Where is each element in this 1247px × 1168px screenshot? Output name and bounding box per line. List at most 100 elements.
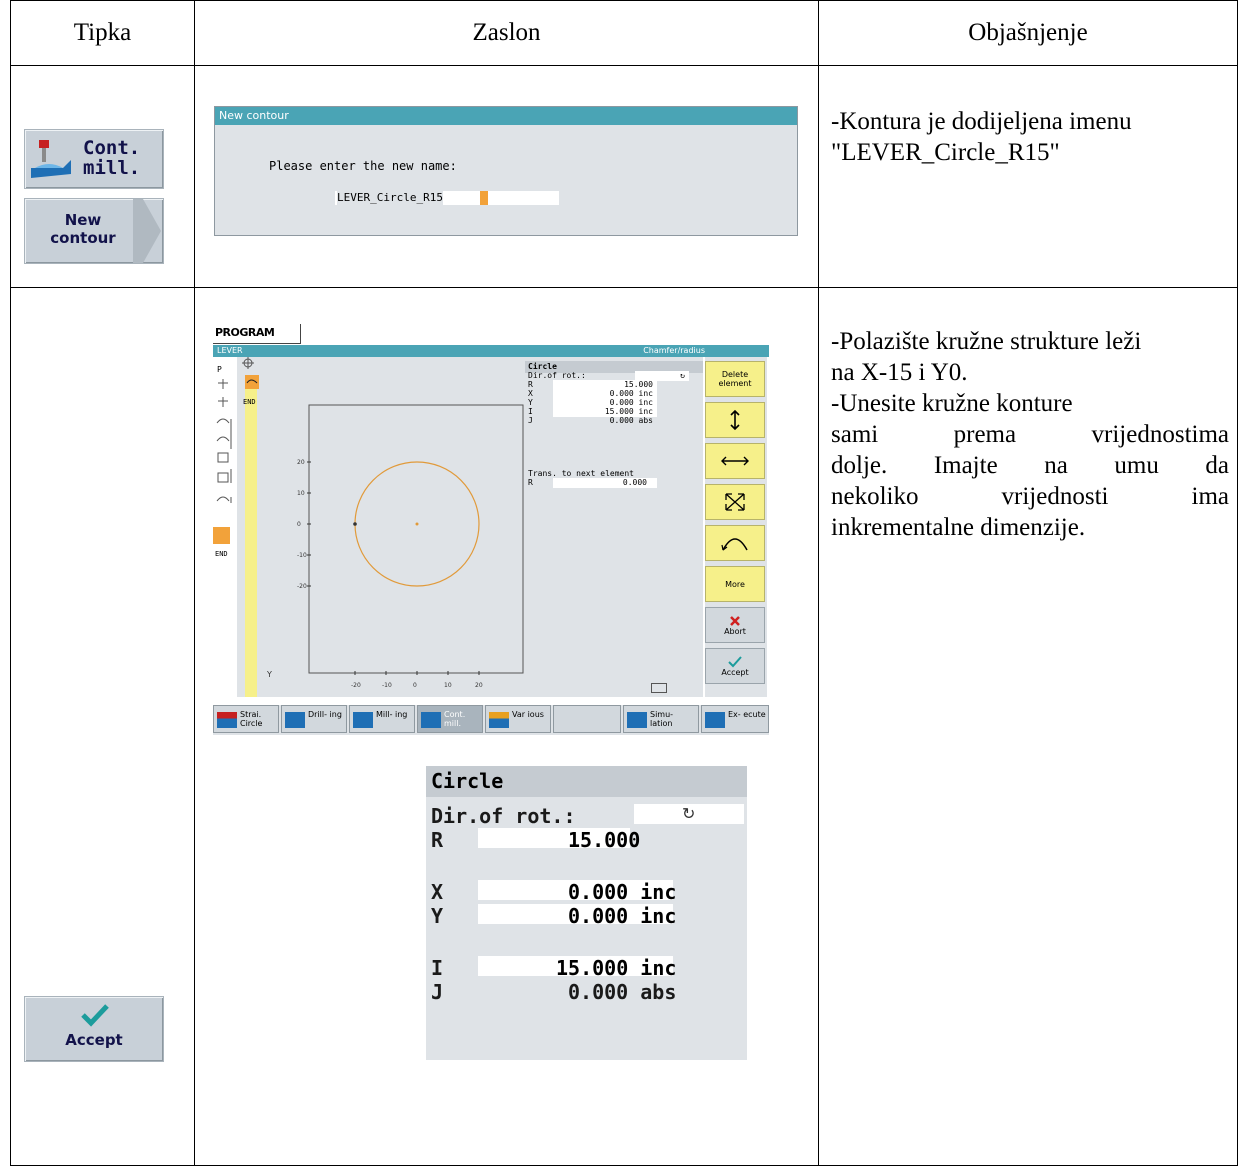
header-objasnjenje: Objašnjenje (818, 0, 1238, 66)
program-tab-label: PROGRAM (215, 326, 275, 339)
softkey-icon (217, 712, 237, 728)
form-row-field[interactable]: 0.000 abs (553, 416, 657, 426)
trans-r-field[interactable]: 0.000 (553, 478, 657, 488)
y-tick-label: -10 (297, 552, 307, 559)
zoom-r-field[interactable]: 15.000 (478, 828, 640, 852)
vertical-softkey[interactable] (705, 402, 765, 438)
zoom-y-field[interactable]: 0.000 inc (478, 904, 676, 928)
explain-2-line-6: nekoliko vrijednosti ima (831, 483, 1229, 510)
zoom-y-label: Y (431, 904, 444, 928)
horizontal-softkey[interactable]: Mill- ing (349, 705, 415, 733)
cnc-screen: PROGRAM LEVER Chamfer/radius P END END 2… (213, 324, 769, 735)
zoom-x-value: 0.000 inc (568, 880, 677, 904)
horizontal-softkey[interactable]: Cont. mill. (417, 705, 483, 733)
screen-header-left: LEVER (217, 346, 243, 355)
y-tick-label: 10 (297, 490, 305, 497)
horizontal-softkey-label: Strai. Circle (240, 710, 263, 728)
page-indicator (651, 683, 667, 693)
cont-mill-label-2: mill. (83, 157, 141, 179)
screen-header: LEVER Chamfer/radius (213, 345, 769, 357)
softkey-icon (489, 712, 509, 728)
vertical-softkey[interactable]: More (705, 566, 765, 602)
zoom-dir-label: Dir.of rot.: (431, 804, 576, 828)
explain-2-line-5: dolje. Imajte na umu da (831, 452, 1230, 479)
horizontal-softkey[interactable] (553, 705, 621, 733)
accept-key[interactable]: Accept (24, 996, 164, 1062)
contour-elements-icons (216, 379, 232, 503)
y-tick-label: 0 (297, 521, 301, 528)
contour-plot: 20 10 0 -10 -20 -20 -10 0 10 20 Y (266, 404, 524, 689)
zoom-x-field[interactable]: 0.000 inc (478, 880, 676, 904)
vertical-softkey[interactable]: Abort (705, 607, 765, 643)
orange-square (213, 527, 230, 544)
keys-cell-2: Accept (10, 287, 195, 1166)
contour-name-input[interactable]: LEVER_Circle_R15 (335, 191, 559, 205)
explain-2-line-4: sami prema vrijednostima (831, 421, 1230, 448)
explain-cell-1: -Kontura je dodijeljena imenu "LEVER_Cir… (818, 65, 1238, 288)
zoom-r-value: 15.000 (568, 828, 641, 852)
form-row-value: 0.000 abs (609, 416, 653, 425)
x-tick-label: 20 (475, 682, 483, 689)
horizontal-softkeys: Strai. Circle Drill- ing Mill- ing Cont. mi… (213, 705, 769, 735)
accept-label: Accept (65, 1031, 123, 1049)
header-tipka: Tipka (10, 0, 195, 66)
zoom-j-label: J (431, 980, 444, 1004)
element-list-yellow (245, 375, 257, 697)
vertical-arrow-icon (725, 409, 745, 431)
vertical-softkey-label: More (725, 579, 745, 589)
softkey-icon (421, 712, 441, 728)
horizontal-softkey-label: Mill- ing (376, 710, 408, 719)
vertical-softkey[interactable]: Delete element (705, 361, 765, 397)
row-circle: Accept PROGRAM LEVER Chamfer/radius P EN… (10, 287, 1238, 1166)
left-strip: P END (213, 357, 238, 697)
explain-2-line-3: -Unesite kružne konture (831, 390, 1073, 417)
vertical-softkey[interactable] (705, 484, 765, 520)
vertical-softkey-label: Delete element (718, 370, 752, 388)
horizontal-softkey[interactable]: Ex- ecute (701, 705, 769, 733)
circle-form-zoom: Circle Dir.of rot.: ↻ R 15.000 X 0.000 i… (426, 766, 747, 1060)
start-point-marker (353, 522, 357, 526)
softkey-icon (285, 712, 305, 728)
zoom-i-field[interactable]: 15.000 inc (478, 956, 676, 980)
abort-x-icon (729, 615, 741, 627)
horizontal-softkey-label: Var ious (512, 710, 544, 719)
dialog-prompt: Please enter the new name: (269, 159, 457, 173)
explain-2-line-2: na X-15 i Y0. (831, 359, 968, 386)
rotation-direction-icon: ↻ (682, 804, 696, 823)
screen-cell-1: New contour Please enter the new name: L… (194, 65, 819, 288)
zoom-r-label: R (431, 828, 444, 852)
program-tab[interactable]: PROGRAM (213, 324, 301, 344)
zoom-i-value: 15.000 inc (556, 956, 677, 980)
new-contour-dialog: New contour Please enter the new name: L… (214, 106, 798, 236)
form-row-label: J (528, 416, 533, 425)
new-contour-key[interactable]: New contour (24, 198, 164, 264)
cont-mill-label-1: Cont. (83, 137, 141, 159)
horizontal-softkey-label: Cont. mill. (444, 710, 466, 728)
zoom-x-label: X (431, 880, 444, 904)
checkmark-icon (81, 1004, 109, 1027)
horizontal-softkey[interactable]: Strai. Circle (213, 705, 279, 733)
explain-cell-2: -Polazište kružne strukture leži na X-15… (818, 287, 1238, 1166)
explain-2-line-1: -Polazište kružne strukture leži (831, 328, 1142, 355)
zoom-title: Circle (431, 769, 504, 793)
horizontal-softkey[interactable]: Var ious (485, 705, 551, 733)
vertical-softkey[interactable]: Accept (705, 648, 765, 684)
contour-name-value: LEVER_Circle_R15 (337, 191, 443, 205)
horizontal-softkey[interactable]: Simu- lation (623, 705, 699, 733)
circle-form: Circle Dir.of rot.: ↻ R 15.000 X 0.000 inc Y 0.… (525, 357, 703, 697)
softkey-icon (627, 712, 647, 728)
zoom-dir-field[interactable]: ↻ (634, 804, 744, 824)
zoom-j-value: 0.000 abs (568, 980, 677, 1004)
softkey-icon (705, 712, 725, 728)
vertical-softkey[interactable] (705, 443, 765, 479)
screen-cell-2: PROGRAM LEVER Chamfer/radius P END END 2… (194, 287, 819, 1166)
x-tick-label: -20 (351, 682, 361, 689)
keys-cell-1: Cont. mill. New contour (10, 65, 195, 288)
cont-mill-key[interactable]: Cont. mill. (24, 129, 164, 189)
horizontal-softkey[interactable]: Drill- ing (281, 705, 347, 733)
dialog-title: New contour (215, 107, 797, 125)
vertical-softkey[interactable] (705, 525, 765, 561)
element-list-icons (242, 357, 259, 389)
new-contour-label-2: contour (50, 229, 116, 247)
explain-1-line-2: "LEVER_Circle_R15" (831, 139, 1060, 166)
